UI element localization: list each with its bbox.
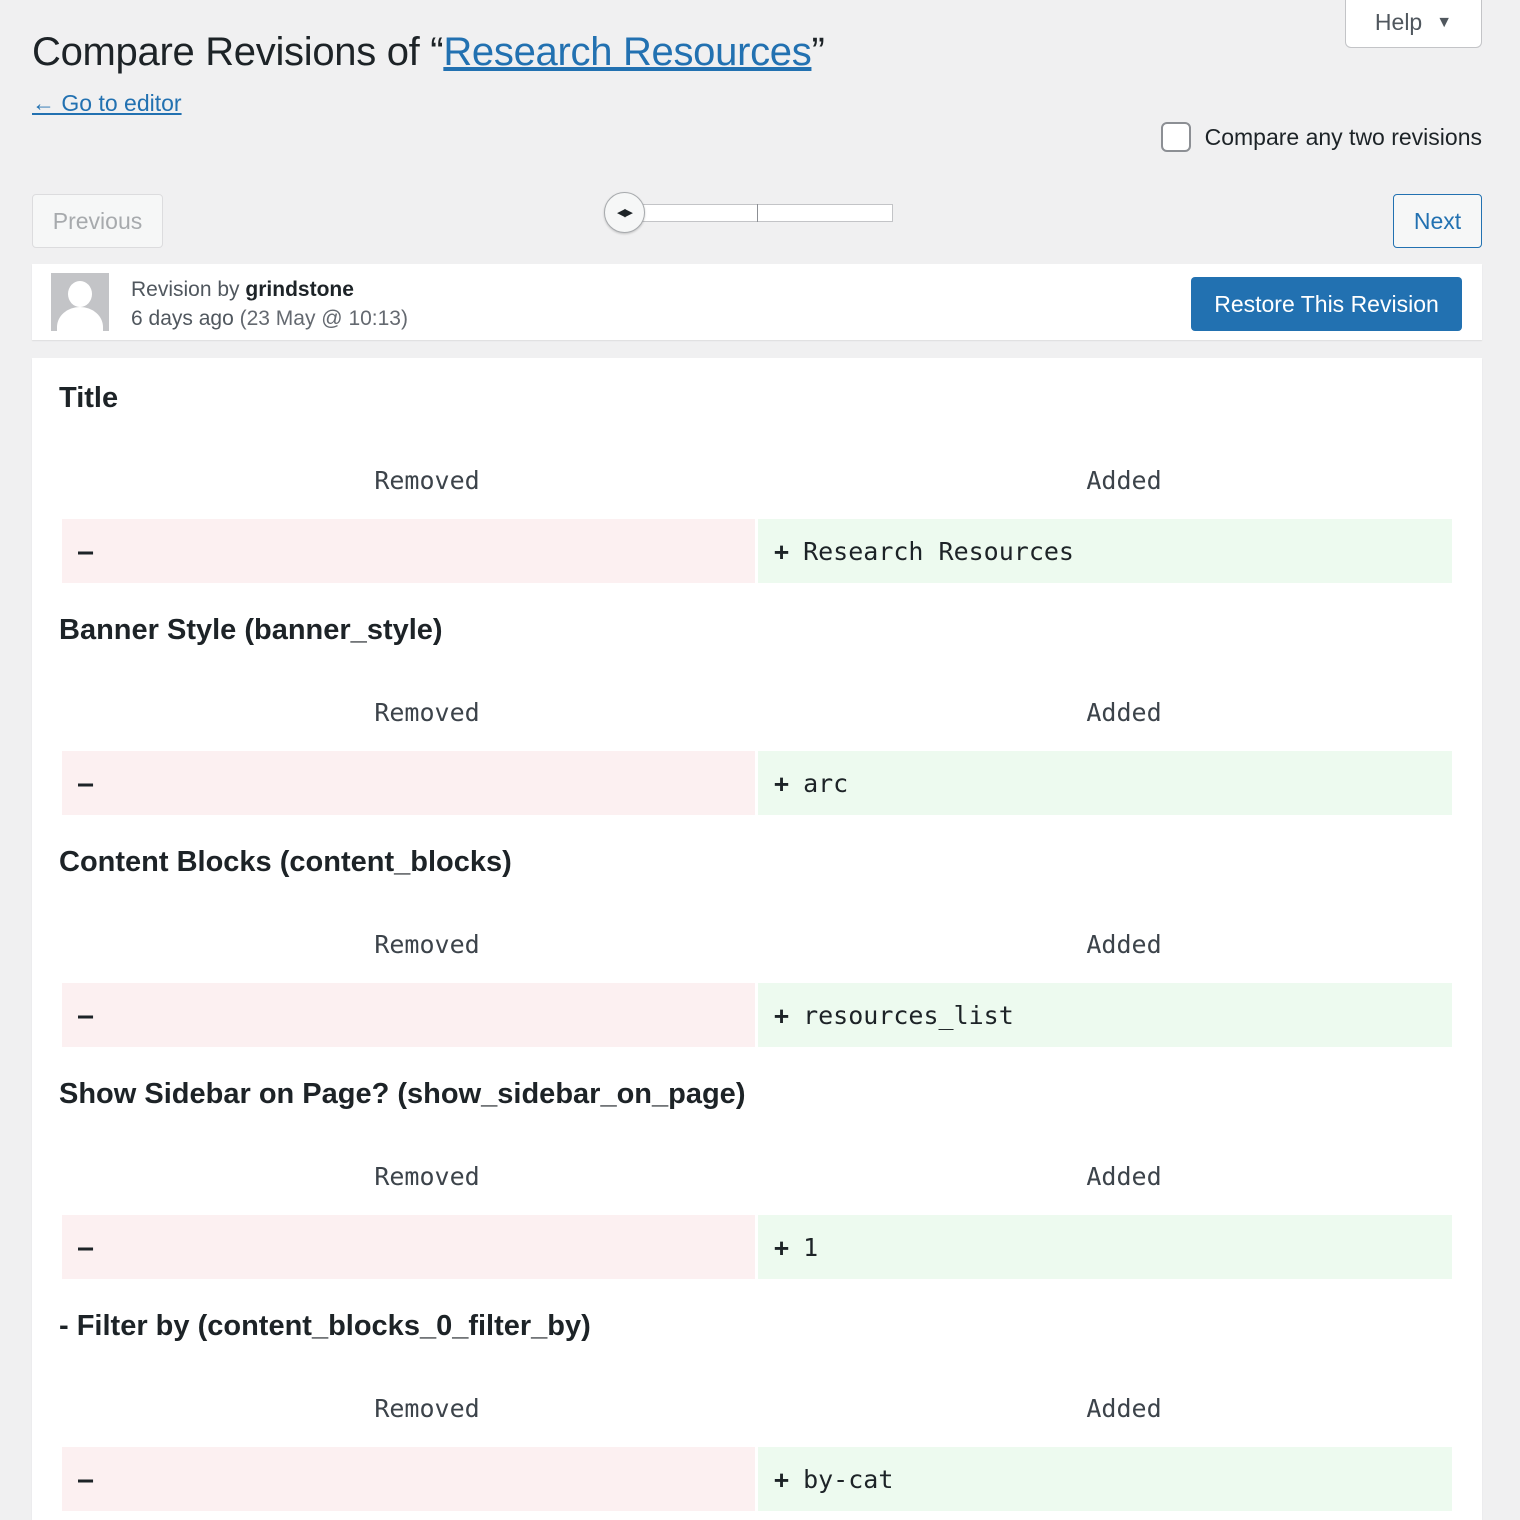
diff-field: Banner Style (banner_style) Removed Adde… xyxy=(32,590,1482,822)
minus-sign: – xyxy=(78,1000,94,1030)
diff-field: - Filter by (content_blocks_0_filter_by)… xyxy=(32,1286,1482,1518)
post-title-link[interactable]: Research Resources xyxy=(443,30,811,74)
caret-down-icon: ▼ xyxy=(1436,13,1453,31)
added-column-header: Added xyxy=(1086,930,1162,959)
added-value: by-cat xyxy=(803,1464,894,1494)
help-label: Help xyxy=(1374,9,1423,35)
field-title: - Filter by (content_blocks_0_filter_by) xyxy=(59,1310,591,1342)
removed-column-header: Removed xyxy=(374,466,480,495)
added-value: Research Resources xyxy=(803,536,1074,566)
page-title: Compare Revisions of “Research Resources… xyxy=(32,30,825,75)
compare-any-label: Compare any two revisions xyxy=(1204,123,1482,150)
added-cell: + by-cat xyxy=(758,1447,1452,1511)
plus-sign: + xyxy=(774,1232,790,1262)
minus-sign: – xyxy=(78,1464,94,1494)
revision-meta-bar: Revision by grindstone 6 days ago (23 Ma… xyxy=(32,264,1482,340)
removed-cell: – xyxy=(62,983,755,1047)
avatar-head xyxy=(68,281,92,307)
removed-cell: – xyxy=(62,751,755,815)
revision-meta-text: Revision by grindstone 6 days ago (23 Ma… xyxy=(131,275,408,333)
slider-arrows-icon: ◀▶ xyxy=(617,207,633,219)
removed-cell: – xyxy=(62,1447,755,1511)
revision-date: (23 May @ 10:13) xyxy=(239,307,408,330)
diff-field: Title Removed Added – + Research Resource… xyxy=(32,358,1482,590)
removed-cell: – xyxy=(62,1215,755,1279)
removed-column-header: Removed xyxy=(374,698,480,727)
help-tab-button[interactable]: Help ▼ xyxy=(1345,0,1482,48)
added-cell: + Research Resources xyxy=(758,519,1452,583)
avatar-body xyxy=(57,307,103,331)
diff-field: Content Blocks (content_blocks) Removed … xyxy=(32,822,1482,1054)
diff-field: Show Sidebar on Page? (show_sidebar_on_p… xyxy=(32,1054,1482,1286)
removed-column-header: Removed xyxy=(374,1394,480,1423)
plus-sign: + xyxy=(774,768,790,798)
plus-sign: + xyxy=(774,1000,790,1030)
plus-sign: + xyxy=(774,536,790,566)
next-button[interactable]: Next xyxy=(1393,194,1482,248)
revision-slider-handle[interactable]: ◀▶ xyxy=(604,192,645,233)
field-title: Show Sidebar on Page? (show_sidebar_on_p… xyxy=(59,1078,746,1110)
field-title: Title xyxy=(59,382,119,414)
added-cell: +1 xyxy=(758,1215,1452,1279)
added-cell: + resources_list xyxy=(758,983,1452,1047)
revision-slider-tick xyxy=(757,204,758,222)
removed-column-header: Removed xyxy=(374,930,480,959)
removed-column-header: Removed xyxy=(374,1162,480,1191)
compare-any-checkbox[interactable] xyxy=(1160,122,1191,152)
compare-any-two-toggle[interactable]: Compare any two revisions xyxy=(1160,122,1482,152)
page-title-suffix: ” xyxy=(811,30,825,74)
minus-sign: – xyxy=(78,768,94,798)
diff-panel: Title Removed Added – + Research Resource… xyxy=(32,358,1482,1520)
minus-sign: – xyxy=(78,536,94,566)
revision-time-ago: 6 days ago xyxy=(131,307,234,330)
page-title-prefix: Compare Revisions of “ xyxy=(32,30,444,74)
revision-by-label: Revision by xyxy=(131,278,240,301)
added-column-header: Added xyxy=(1086,698,1162,727)
added-value: resources_list xyxy=(803,1000,1014,1030)
previous-button[interactable]: Previous xyxy=(32,194,163,248)
restore-revision-button[interactable]: Restore This Revision xyxy=(1191,277,1462,331)
added-value: arc xyxy=(803,768,849,798)
revision-author: grindstone xyxy=(245,278,354,301)
removed-cell: – xyxy=(62,519,755,583)
added-column-header: Added xyxy=(1086,1394,1162,1423)
added-value: 1 xyxy=(803,1232,819,1262)
revision-slider-track[interactable] xyxy=(624,204,893,222)
minus-sign: – xyxy=(78,1232,94,1262)
plus-sign: + xyxy=(774,1464,790,1494)
go-to-editor-link[interactable]: ← Go to editor xyxy=(32,90,182,117)
avatar xyxy=(51,273,109,331)
added-column-header: Added xyxy=(1086,1162,1162,1191)
field-title: Banner Style (banner_style) xyxy=(59,614,443,646)
added-cell: + arc xyxy=(758,751,1452,815)
field-title: Content Blocks (content_blocks) xyxy=(59,846,512,878)
added-column-header: Added xyxy=(1086,466,1162,495)
